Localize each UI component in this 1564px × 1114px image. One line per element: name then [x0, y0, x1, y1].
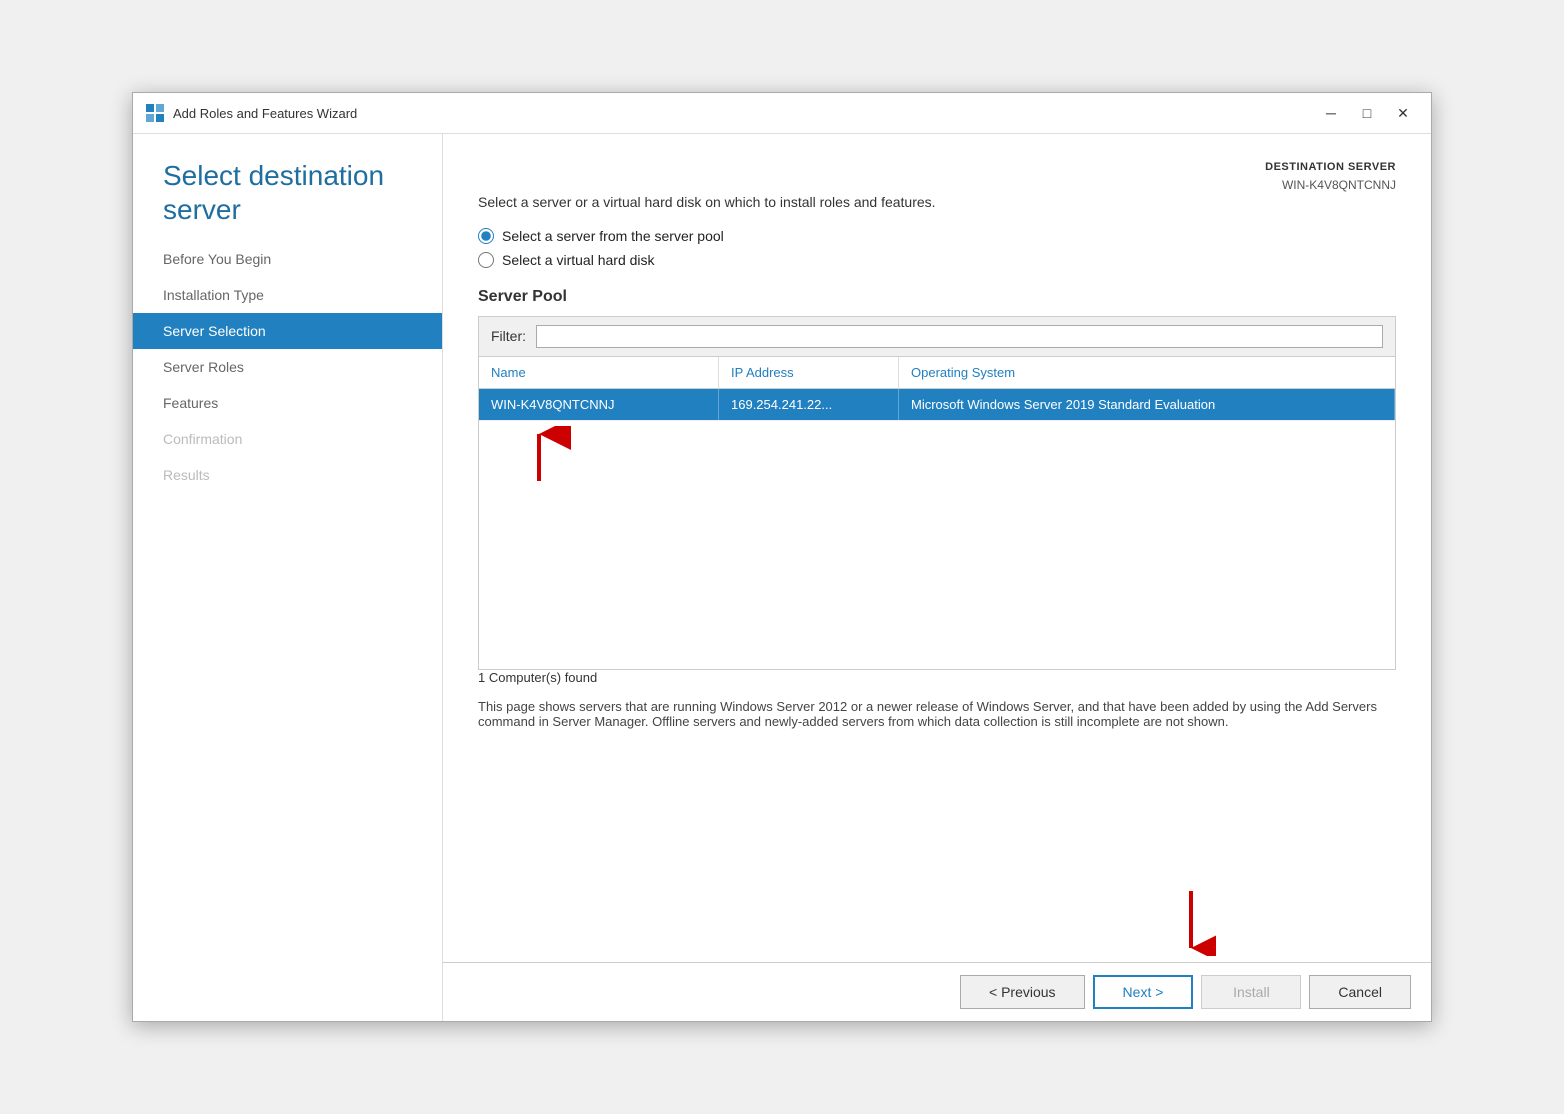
- title-bar-left: Add Roles and Features Wizard: [145, 103, 357, 123]
- radio-server-pool-label: Select a server from the server pool: [502, 228, 724, 244]
- table-header: Name IP Address Operating System: [479, 357, 1395, 389]
- filter-row: Filter:: [479, 317, 1395, 357]
- window-title: Add Roles and Features Wizard: [173, 106, 357, 121]
- radio-vhd-label: Select a virtual hard disk: [502, 252, 655, 268]
- filter-label: Filter:: [491, 328, 526, 344]
- nav-item-server-roles[interactable]: Server Roles: [133, 349, 442, 385]
- nav-list: Before You BeginInstallation TypeServer …: [133, 241, 442, 493]
- table-row[interactable]: WIN-K4V8QNTCNNJ 169.254.241.22... Micros…: [479, 389, 1395, 421]
- maximize-button[interactable]: □: [1351, 101, 1383, 125]
- nav-item-before-you-begin[interactable]: Before You Begin: [133, 241, 442, 277]
- computers-found: 1 Computer(s) found: [478, 670, 1396, 685]
- col-os[interactable]: Operating System: [899, 357, 1395, 388]
- minimize-button[interactable]: ─: [1315, 101, 1347, 125]
- page-title: Select destination server: [163, 159, 412, 226]
- footer-description: This page shows servers that are running…: [478, 699, 1396, 729]
- install-button[interactable]: Install: [1201, 975, 1301, 1009]
- col-name[interactable]: Name: [479, 357, 719, 388]
- destination-server-name: WIN-K4V8QNTCNNJ: [478, 176, 1396, 194]
- nav-item-confirmation: Confirmation: [133, 421, 442, 457]
- left-nav: Select destination server Before You Beg…: [133, 134, 443, 1021]
- bottom-bar: < Previous Next > Install Cancel: [443, 962, 1431, 1021]
- cancel-button[interactable]: Cancel: [1309, 975, 1411, 1009]
- server-pool-title: Server Pool: [478, 288, 1396, 306]
- title-bar-controls: ─ □ ✕: [1315, 101, 1419, 125]
- col-ip[interactable]: IP Address: [719, 357, 899, 388]
- main-body: DESTINATION SERVER WIN-K4V8QNTCNNJ Selec…: [443, 134, 1431, 962]
- nav-item-server-selection[interactable]: Server Selection: [133, 313, 442, 349]
- next-button[interactable]: Next >: [1093, 975, 1194, 1009]
- cell-ip: 169.254.241.22...: [719, 389, 899, 420]
- main-content: DESTINATION SERVER WIN-K4V8QNTCNNJ Selec…: [443, 134, 1431, 1021]
- nav-header: Select destination server: [133, 134, 442, 241]
- nav-item-installation-type[interactable]: Installation Type: [133, 277, 442, 313]
- nav-item-features[interactable]: Features: [133, 385, 442, 421]
- arrow-annotation: [479, 421, 1395, 491]
- red-arrow-icon: [499, 426, 579, 486]
- title-bar: Add Roles and Features Wizard ─ □ ✕: [133, 93, 1431, 134]
- radio-server-pool[interactable]: Select a server from the server pool: [478, 228, 1396, 244]
- cell-name: WIN-K4V8QNTCNNJ: [479, 389, 719, 420]
- radio-vhd[interactable]: Select a virtual hard disk: [478, 252, 1396, 268]
- radio-group: Select a server from the server pool Sel…: [478, 228, 1396, 268]
- nav-item-results: Results: [133, 457, 442, 493]
- server-pool-container: Filter: Name IP Address Operating System…: [478, 316, 1396, 670]
- bottom-red-arrow-icon: [1166, 886, 1216, 956]
- destination-server-info: DESTINATION SERVER WIN-K4V8QNTCNNJ: [478, 159, 1396, 194]
- filter-input[interactable]: [536, 325, 1383, 348]
- cell-os: Microsoft Windows Server 2019 Standard E…: [899, 389, 1395, 420]
- radio-vhd-input[interactable]: [478, 252, 494, 268]
- table-body: WIN-K4V8QNTCNNJ 169.254.241.22... Micros…: [479, 389, 1395, 669]
- wizard-window: Add Roles and Features Wizard ─ □ ✕ Sele…: [132, 92, 1432, 1022]
- content-area: Select destination server Before You Beg…: [133, 134, 1431, 1021]
- page-description: Select a server or a virtual hard disk o…: [478, 194, 1396, 210]
- radio-server-pool-input[interactable]: [478, 228, 494, 244]
- previous-button[interactable]: < Previous: [960, 975, 1085, 1009]
- destination-server-label: DESTINATION SERVER: [478, 159, 1396, 176]
- close-button[interactable]: ✕: [1387, 101, 1419, 125]
- app-icon: [145, 103, 165, 123]
